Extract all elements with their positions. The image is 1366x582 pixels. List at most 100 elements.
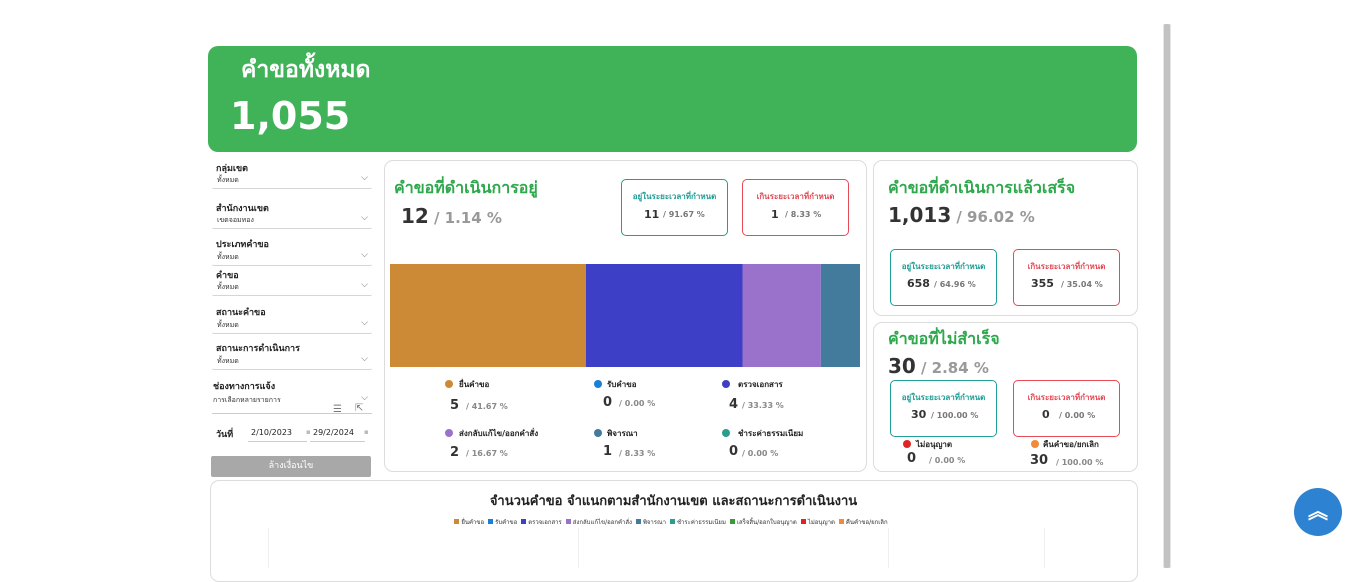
legend-swatch bbox=[488, 519, 494, 524]
legend-label: เสร็จสิ้น/ออกใบอนุญาต bbox=[736, 518, 797, 526]
chevron-down-icon: ⌵ bbox=[361, 250, 368, 260]
bottom-legend-item: คืนคำขอ/ยกเลิก bbox=[838, 517, 888, 527]
filter-label-request-type: ประเภทคำขอ bbox=[216, 240, 269, 250]
over-pct: / 35.04 % bbox=[1061, 280, 1103, 289]
legend-label-receive: รับคำขอ bbox=[607, 380, 637, 389]
within-count: 30 bbox=[911, 408, 927, 421]
over-label: เกินระยะเวลาที่กำหนด bbox=[1027, 393, 1106, 402]
legend-swatch bbox=[838, 519, 844, 524]
filter-value: ทั้งหมด bbox=[217, 321, 239, 329]
double-chevron-up-icon: ︽ bbox=[1308, 499, 1328, 523]
failed-title: คำขอที่ไม่สำเร็จ bbox=[888, 329, 1000, 348]
legend-pct-receive: / 0.00 % bbox=[619, 399, 656, 408]
scrollbar-thumb[interactable] bbox=[1164, 24, 1170, 568]
cancelled-label: คืนคำขอ/ยกเลิก bbox=[1043, 440, 1099, 449]
over-count: 355 bbox=[1031, 277, 1054, 290]
total-requests-count: 1,055 bbox=[230, 94, 351, 138]
calendar-dot-icon: ▪ bbox=[364, 428, 369, 436]
legend-pct-fee: / 0.00 % bbox=[742, 449, 779, 458]
legend-count-consider: 1 bbox=[603, 444, 613, 459]
chart-gridline bbox=[1044, 528, 1045, 568]
filter-district-group-select[interactable]: ทั้งหมด ⌵ bbox=[212, 173, 372, 189]
legend-label-fee: ชำระค่าธรรมเนียม bbox=[738, 429, 804, 438]
scroll-to-top-button[interactable]: ︽ bbox=[1294, 488, 1342, 536]
district-status-chart-legend: ยื่นคำขอ รับคำขอ ตรวจเอกสาร ส่งกลับแก้ไข/ออ… bbox=[210, 509, 1136, 528]
filter-request-select[interactable]: ทั้งหมด ⌵ bbox=[212, 280, 372, 296]
within-label: อยู่ในระยะเวลาที่กำหนด bbox=[901, 393, 986, 402]
legend-swatch bbox=[454, 519, 460, 524]
date-to-value: 29/2/2024 bbox=[313, 428, 355, 437]
legend-label: รับคำขอ bbox=[495, 518, 518, 526]
filter-value: ทั้งหมด bbox=[217, 283, 239, 291]
failed-over-box: เกินระยะเวลาที่กำหนด 0 / 0.00 % bbox=[1013, 380, 1120, 437]
legend-dot-return-fix bbox=[445, 429, 453, 437]
legend-swatch bbox=[521, 519, 527, 524]
chart-gridline bbox=[578, 528, 579, 568]
filter-channel-select[interactable]: การเลือกหลายรายการ ⌵ bbox=[212, 393, 372, 414]
filter-district-office-select[interactable]: เขตจอมทอง ⌵ bbox=[212, 213, 372, 229]
stack-segment-0[interactable] bbox=[390, 264, 586, 367]
legend-label: ตรวจเอกสาร bbox=[528, 518, 562, 526]
over-count: 1 bbox=[771, 208, 779, 221]
bottom-legend-item: ชำระค่าธรรมเนียม bbox=[669, 517, 726, 527]
legend-label-return-fix: ส่งกลับแก้ไข/ออกคำสั่ง bbox=[459, 429, 539, 438]
bottom-legend-item: เสร็จสิ้น/ออกใบอนุญาต bbox=[729, 517, 797, 527]
stack-segment-3[interactable] bbox=[742, 264, 821, 367]
legend-count-fee: 0 bbox=[729, 444, 739, 459]
legend-label: ไม่อนุญาต bbox=[807, 518, 835, 526]
bottom-legend-item: ไม่อนุญาต bbox=[800, 517, 835, 527]
chart-gridline bbox=[268, 528, 269, 568]
clear-filters-button[interactable]: ล้างเงื่อนไข bbox=[211, 456, 371, 477]
legend-count-return-fix: 2 bbox=[450, 445, 460, 460]
legend-pct-document-check: / 33.33 % bbox=[742, 401, 784, 410]
in-progress-legend: ยื่นคำขอ 5 / 41.67 % รับคำขอ 0 / 0.00 % … bbox=[445, 378, 865, 468]
expand-icon[interactable]: ⇱ bbox=[355, 403, 363, 414]
date-to-input[interactable]: 29/2/2024 bbox=[310, 424, 365, 442]
completed-count: 1,013 bbox=[888, 203, 952, 227]
legend-dot-receive bbox=[594, 380, 602, 388]
completed-within-box: อยู่ในระยะเวลาที่กำหนด 658 / 64.96 % bbox=[890, 249, 997, 306]
failed-within-box: อยู่ในระยะเวลาที่กำหนด 30 / 100.00 % bbox=[890, 380, 997, 437]
legend-label-consider: พิจารณา bbox=[607, 429, 638, 438]
filter-value: ทั้งหมด bbox=[217, 357, 239, 365]
over-label: เกินระยะเวลาที่กำหนด bbox=[1027, 262, 1106, 271]
completed-over-box: เกินระยะเวลาที่กำหนด 355 / 35.04 % bbox=[1013, 249, 1120, 306]
legend-count-document-check: 4 bbox=[729, 397, 739, 412]
date-range: วันที่ 2/10/2023 ▪ 29/2/2024 ▪ bbox=[212, 424, 372, 442]
filter-value: ทั้งหมด bbox=[217, 176, 239, 184]
filter-process-status-select[interactable]: ทั้งหมด ⌵ bbox=[212, 354, 372, 370]
chevron-down-icon: ⌵ bbox=[361, 280, 368, 290]
chevron-down-icon: ⌵ bbox=[361, 213, 368, 223]
legend-label: ส่งกลับแก้ไข/ออกคำสั่ง bbox=[572, 518, 632, 526]
chevron-down-icon: ⌵ bbox=[361, 173, 368, 183]
completed-pct: / 96.02 % bbox=[956, 208, 1035, 226]
bottom-legend-item: ยื่นคำขอ bbox=[454, 517, 484, 527]
stack-segment-2[interactable] bbox=[585, 264, 743, 367]
filter-request-type-select[interactable]: ทั้งหมด ⌵ bbox=[212, 250, 372, 266]
legend-dot-fee bbox=[722, 429, 730, 437]
within-label: อยู่ในระยะเวลาที่กำหนด bbox=[632, 192, 717, 201]
not-approved-count: 0 bbox=[907, 451, 917, 466]
cancelled-count: 30 bbox=[1030, 453, 1049, 468]
filter-label-request-status: สถานะคำขอ bbox=[216, 308, 266, 318]
stack-segment-4[interactable] bbox=[820, 264, 860, 367]
in-progress-stacked-bar-chart bbox=[390, 264, 860, 367]
filter-value: การเลือกหลายรายการ bbox=[213, 396, 281, 404]
in-progress-title: คำขอที่ดำเนินการอยู่ bbox=[394, 178, 538, 197]
date-from-input[interactable]: 2/10/2023 bbox=[248, 424, 307, 442]
legend-label: คืนคำขอ/ยกเลิก bbox=[845, 518, 888, 526]
legend-swatch bbox=[635, 519, 641, 524]
legend-dot-submit bbox=[445, 380, 453, 388]
legend-swatch bbox=[729, 519, 735, 524]
not-approved-label: ไม่อนุญาต bbox=[916, 440, 953, 449]
in-progress-pct: / 1.14 % bbox=[433, 209, 502, 227]
date-from-value: 2/10/2023 bbox=[251, 428, 293, 437]
over-pct: / 0.00 % bbox=[1059, 411, 1096, 420]
legend-label: ยื่นคำขอ bbox=[461, 518, 485, 526]
legend-pct-consider: / 8.33 % bbox=[619, 449, 656, 458]
filter-value: เขตจอมทอง bbox=[217, 216, 254, 224]
filter-icon[interactable]: ☰ bbox=[333, 404, 342, 415]
bottom-legend-item: ส่งกลับแก้ไข/ออกคำสั่ง bbox=[565, 517, 632, 527]
filter-request-status-select[interactable]: ทั้งหมด ⌵ bbox=[212, 318, 372, 334]
legend-pct-return-fix: / 16.67 % bbox=[466, 449, 508, 458]
